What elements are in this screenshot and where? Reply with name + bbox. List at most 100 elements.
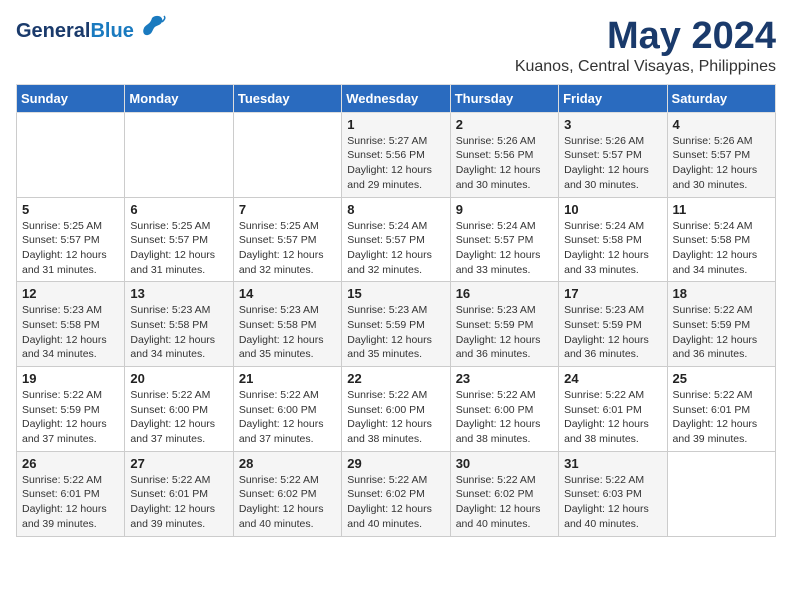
- calendar-week-row: 5 Sunrise: 5:25 AM Sunset: 5:57 PM Daylig…: [17, 197, 776, 282]
- day-info: Sunrise: 5:24 AM Sunset: 5:57 PM Dayligh…: [347, 219, 444, 278]
- day-number: 28: [239, 456, 336, 471]
- location: Kuanos, Central Visayas, Philippines: [515, 58, 776, 76]
- calendar-cell: 30 Sunrise: 5:22 AM Sunset: 6:02 PM Dayli…: [450, 451, 558, 536]
- day-info: Sunrise: 5:22 AM Sunset: 6:00 PM Dayligh…: [239, 388, 336, 447]
- day-number: 10: [564, 202, 661, 217]
- calendar-cell: 15Sunrise: 5:23 AM Sunset: 5:59 PM Dayli…: [342, 282, 450, 367]
- weekday-header: Thursday: [450, 84, 558, 112]
- day-number: 2: [456, 117, 553, 132]
- calendar-table: SundayMondayTuesdayWednesdayThursdayFrid…: [16, 84, 776, 537]
- calendar-cell: 2 Sunrise: 5:26 AM Sunset: 5:56 PM Daylig…: [450, 112, 558, 197]
- calendar-week-row: 1 Sunrise: 5:27 AM Sunset: 5:56 PM Daylig…: [17, 112, 776, 197]
- weekday-header: Monday: [125, 84, 233, 112]
- calendar-week-row: 19 Sunrise: 5:22 AM Sunset: 5:59 PM Dayli…: [17, 367, 776, 452]
- calendar-cell: 19 Sunrise: 5:22 AM Sunset: 5:59 PM Dayli…: [17, 367, 125, 452]
- calendar-cell: 13 Sunrise: 5:23 AM Sunset: 5:58 PM Dayli…: [125, 282, 233, 367]
- calendar-cell: 21 Sunrise: 5:22 AM Sunset: 6:00 PM Dayli…: [233, 367, 341, 452]
- day-number: 15: [347, 286, 444, 301]
- day-info: Sunrise: 5:23 AM Sunset: 5:58 PM Dayligh…: [239, 303, 336, 362]
- calendar-cell: [17, 112, 125, 197]
- calendar-cell: 4 Sunrise: 5:26 AM Sunset: 5:57 PM Daylig…: [667, 112, 775, 197]
- calendar-week-row: 12 Sunrise: 5:23 AM Sunset: 5:58 PM Dayli…: [17, 282, 776, 367]
- logo: GeneralBlue: [16, 16, 166, 45]
- weekday-header: Saturday: [667, 84, 775, 112]
- day-info: Sunrise: 5:22 AM Sunset: 6:03 PM Dayligh…: [564, 473, 661, 532]
- day-info: Sunrise: 5:23 AM Sunset: 5:59 PM Dayligh…: [564, 303, 661, 362]
- calendar-cell: 27Sunrise: 5:22 AM Sunset: 6:01 PM Dayli…: [125, 451, 233, 536]
- day-number: 7: [239, 202, 336, 217]
- calendar-cell: 8 Sunrise: 5:24 AM Sunset: 5:57 PM Daylig…: [342, 197, 450, 282]
- day-info: Sunrise: 5:22 AM Sunset: 6:02 PM Dayligh…: [239, 473, 336, 532]
- calendar-cell: [667, 451, 775, 536]
- calendar-cell: 24Sunrise: 5:22 AM Sunset: 6:01 PM Dayli…: [559, 367, 667, 452]
- day-number: 30: [456, 456, 553, 471]
- day-info: Sunrise: 5:23 AM Sunset: 5:58 PM Dayligh…: [130, 303, 227, 362]
- day-number: 21: [239, 371, 336, 386]
- calendar-cell: 16 Sunrise: 5:23 AM Sunset: 5:59 PM Dayli…: [450, 282, 558, 367]
- calendar-cell: [233, 112, 341, 197]
- day-info: Sunrise: 5:22 AM Sunset: 6:01 PM Dayligh…: [673, 388, 770, 447]
- calendar-cell: 10 Sunrise: 5:24 AM Sunset: 5:58 PM Dayli…: [559, 197, 667, 282]
- day-info: Sunrise: 5:22 AM Sunset: 6:00 PM Dayligh…: [456, 388, 553, 447]
- weekday-header: Sunday: [17, 84, 125, 112]
- calendar-cell: 20 Sunrise: 5:22 AM Sunset: 6:00 PM Dayli…: [125, 367, 233, 452]
- day-info: Sunrise: 5:22 AM Sunset: 5:59 PM Dayligh…: [673, 303, 770, 362]
- day-number: 25: [673, 371, 770, 386]
- day-number: 13: [130, 286, 227, 301]
- day-number: 5: [22, 202, 119, 217]
- day-number: 12: [22, 286, 119, 301]
- day-number: 11: [673, 202, 770, 217]
- day-info: Sunrise: 5:22 AM Sunset: 6:00 PM Dayligh…: [130, 388, 227, 447]
- calendar-cell: 11Sunrise: 5:24 AM Sunset: 5:58 PM Dayli…: [667, 197, 775, 282]
- calendar-cell: 1 Sunrise: 5:27 AM Sunset: 5:56 PM Daylig…: [342, 112, 450, 197]
- day-info: Sunrise: 5:23 AM Sunset: 5:59 PM Dayligh…: [456, 303, 553, 362]
- calendar-cell: 23 Sunrise: 5:22 AM Sunset: 6:00 PM Dayli…: [450, 367, 558, 452]
- day-number: 23: [456, 371, 553, 386]
- calendar-cell: 7Sunrise: 5:25 AM Sunset: 5:57 PM Daylig…: [233, 197, 341, 282]
- day-number: 31: [564, 456, 661, 471]
- day-info: Sunrise: 5:27 AM Sunset: 5:56 PM Dayligh…: [347, 134, 444, 193]
- day-number: 1: [347, 117, 444, 132]
- day-info: Sunrise: 5:24 AM Sunset: 5:58 PM Dayligh…: [564, 219, 661, 278]
- calendar-week-row: 26 Sunrise: 5:22 AM Sunset: 6:01 PM Dayli…: [17, 451, 776, 536]
- calendar-cell: 29Sunrise: 5:22 AM Sunset: 6:02 PM Dayli…: [342, 451, 450, 536]
- day-info: Sunrise: 5:22 AM Sunset: 6:00 PM Dayligh…: [347, 388, 444, 447]
- day-number: 4: [673, 117, 770, 132]
- day-info: Sunrise: 5:22 AM Sunset: 6:01 PM Dayligh…: [22, 473, 119, 532]
- weekday-header: Tuesday: [233, 84, 341, 112]
- day-number: 19: [22, 371, 119, 386]
- calendar-cell: 5 Sunrise: 5:25 AM Sunset: 5:57 PM Daylig…: [17, 197, 125, 282]
- day-number: 17: [564, 286, 661, 301]
- day-number: 3: [564, 117, 661, 132]
- logo-bird-icon: [138, 12, 166, 45]
- calendar-cell: 3 Sunrise: 5:26 AM Sunset: 5:57 PM Daylig…: [559, 112, 667, 197]
- calendar-cell: 9 Sunrise: 5:24 AM Sunset: 5:57 PM Daylig…: [450, 197, 558, 282]
- day-number: 9: [456, 202, 553, 217]
- calendar-cell: [125, 112, 233, 197]
- calendar-cell: 31 Sunrise: 5:22 AM Sunset: 6:03 PM Dayli…: [559, 451, 667, 536]
- day-number: 20: [130, 371, 227, 386]
- day-info: Sunrise: 5:26 AM Sunset: 5:56 PM Dayligh…: [456, 134, 553, 193]
- logo-blue: Blue: [90, 20, 133, 42]
- day-info: Sunrise: 5:22 AM Sunset: 6:01 PM Dayligh…: [130, 473, 227, 532]
- calendar-cell: 18 Sunrise: 5:22 AM Sunset: 5:59 PM Dayli…: [667, 282, 775, 367]
- weekday-header: Wednesday: [342, 84, 450, 112]
- day-number: 8: [347, 202, 444, 217]
- day-info: Sunrise: 5:26 AM Sunset: 5:57 PM Dayligh…: [673, 134, 770, 193]
- day-number: 26: [22, 456, 119, 471]
- day-info: Sunrise: 5:26 AM Sunset: 5:57 PM Dayligh…: [564, 134, 661, 193]
- day-info: Sunrise: 5:25 AM Sunset: 5:57 PM Dayligh…: [22, 219, 119, 278]
- day-number: 14: [239, 286, 336, 301]
- calendar-cell: 14 Sunrise: 5:23 AM Sunset: 5:58 PM Dayli…: [233, 282, 341, 367]
- day-number: 29: [347, 456, 444, 471]
- day-number: 6: [130, 202, 227, 217]
- day-info: Sunrise: 5:24 AM Sunset: 5:57 PM Dayligh…: [456, 219, 553, 278]
- day-info: Sunrise: 5:22 AM Sunset: 6:02 PM Dayligh…: [456, 473, 553, 532]
- day-info: Sunrise: 5:22 AM Sunset: 5:59 PM Dayligh…: [22, 388, 119, 447]
- calendar-cell: 6 Sunrise: 5:25 AM Sunset: 5:57 PM Daylig…: [125, 197, 233, 282]
- day-info: Sunrise: 5:25 AM Sunset: 5:57 PM Dayligh…: [130, 219, 227, 278]
- day-number: 22: [347, 371, 444, 386]
- day-number: 16: [456, 286, 553, 301]
- day-number: 18: [673, 286, 770, 301]
- month-title: May 2024: [515, 16, 776, 58]
